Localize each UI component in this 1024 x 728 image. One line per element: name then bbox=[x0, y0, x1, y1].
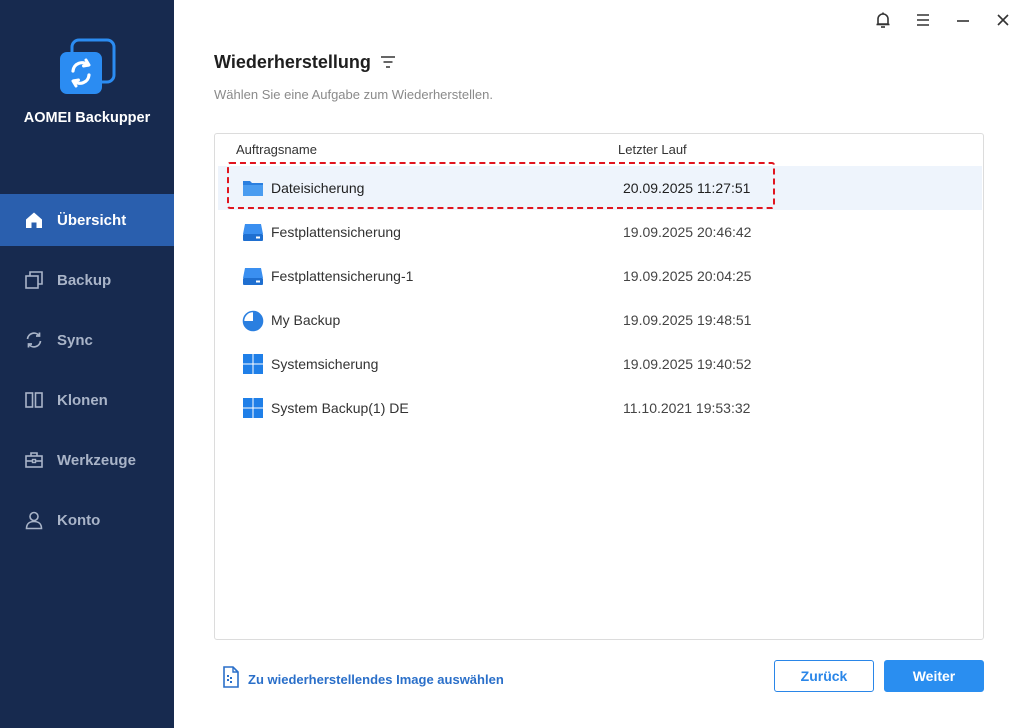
select-image-link[interactable]: Zu wiederherstellendes Image auswählen bbox=[222, 666, 504, 693]
folder-icon bbox=[242, 178, 264, 198]
sidebar-item-label: Sync bbox=[57, 331, 93, 349]
windows-icon bbox=[242, 398, 264, 418]
sidebar-item-konto[interactable]: Konto bbox=[0, 494, 174, 546]
task-date: 19.09.2025 19:48:51 bbox=[623, 312, 752, 328]
select-image-link-label: Zu wiederherstellendes Image auswählen bbox=[248, 672, 504, 687]
toolbox-icon bbox=[24, 450, 44, 470]
app-logo-icon bbox=[58, 38, 116, 96]
task-name: Systemsicherung bbox=[271, 356, 379, 372]
backup-icon bbox=[24, 270, 44, 290]
page-title: Wiederherstellung bbox=[214, 52, 371, 72]
sidebar-item-label: Konto bbox=[57, 511, 101, 529]
filter-icon[interactable] bbox=[380, 55, 396, 69]
minimize-icon[interactable] bbox=[953, 10, 973, 30]
home-icon bbox=[24, 210, 44, 230]
task-name: My Backup bbox=[271, 312, 341, 328]
sidebar-item-label: Backup bbox=[57, 271, 112, 289]
close-icon[interactable] bbox=[993, 10, 1013, 30]
table-row[interactable]: Festplattensicherung-1 19.09.2025 20:04:… bbox=[218, 254, 982, 298]
menu-icon[interactable] bbox=[913, 10, 933, 30]
table-row[interactable]: My Backup 19.09.2025 19:48:51 bbox=[218, 298, 982, 342]
sidebar-item-sync[interactable]: Sync bbox=[0, 314, 174, 366]
sidebar-item-label: Werkzeuge bbox=[57, 451, 136, 469]
task-name: Festplattensicherung-1 bbox=[271, 268, 414, 284]
table-row[interactable]: System Backup(1) DE 11.10.2021 19:53:32 bbox=[218, 386, 982, 430]
task-name: Dateisicherung bbox=[271, 180, 365, 196]
disk-icon bbox=[242, 222, 264, 242]
sidebar-item-backup[interactable]: Backup bbox=[0, 254, 174, 306]
page-subtitle: Wählen Sie eine Aufgabe zum Wiederherste… bbox=[214, 87, 493, 102]
column-header-name[interactable]: Auftragsname bbox=[236, 142, 317, 157]
sidebar: AOMEI Backupper Übersicht Backup Sync Kl… bbox=[0, 0, 174, 728]
sidebar-item-klonen[interactable]: Klonen bbox=[0, 374, 174, 426]
task-date: 11.10.2021 19:53:32 bbox=[623, 400, 751, 416]
task-date: 19.09.2025 20:46:42 bbox=[623, 224, 752, 240]
sidebar-item-label: Klonen bbox=[57, 391, 108, 409]
sidebar-item-label: Übersicht bbox=[57, 211, 127, 229]
table-row[interactable]: Systemsicherung 19.09.2025 19:40:52 bbox=[218, 342, 982, 386]
task-name: Festplattensicherung bbox=[271, 224, 401, 240]
file-image-icon bbox=[222, 666, 240, 693]
column-header-last-run[interactable]: Letzter Lauf bbox=[618, 142, 687, 157]
app-name: AOMEI Backupper bbox=[23, 110, 151, 126]
task-name: System Backup(1) DE bbox=[271, 400, 409, 416]
user-icon bbox=[24, 510, 44, 530]
sync-icon bbox=[24, 330, 44, 350]
bell-icon[interactable] bbox=[873, 10, 893, 30]
next-button[interactable]: Weiter bbox=[884, 660, 984, 692]
sidebar-item-uebersicht[interactable]: Übersicht bbox=[0, 194, 174, 246]
task-table: Auftragsname Letzter Lauf Dateisicherung… bbox=[214, 133, 984, 640]
partition-icon bbox=[242, 310, 264, 332]
clone-icon bbox=[24, 390, 44, 410]
sidebar-item-werkzeuge[interactable]: Werkzeuge bbox=[0, 434, 174, 486]
disk-icon bbox=[242, 266, 264, 286]
task-date: 20.09.2025 11:27:51 bbox=[623, 180, 751, 196]
table-row[interactable]: Festplattensicherung 19.09.2025 20:46:42 bbox=[218, 210, 982, 254]
task-date: 19.09.2025 20:04:25 bbox=[623, 268, 752, 284]
table-row[interactable]: Dateisicherung 20.09.2025 11:27:51 bbox=[218, 166, 982, 210]
windows-icon bbox=[242, 354, 264, 374]
back-button[interactable]: Zurück bbox=[774, 660, 874, 692]
task-date: 19.09.2025 19:40:52 bbox=[623, 356, 752, 372]
